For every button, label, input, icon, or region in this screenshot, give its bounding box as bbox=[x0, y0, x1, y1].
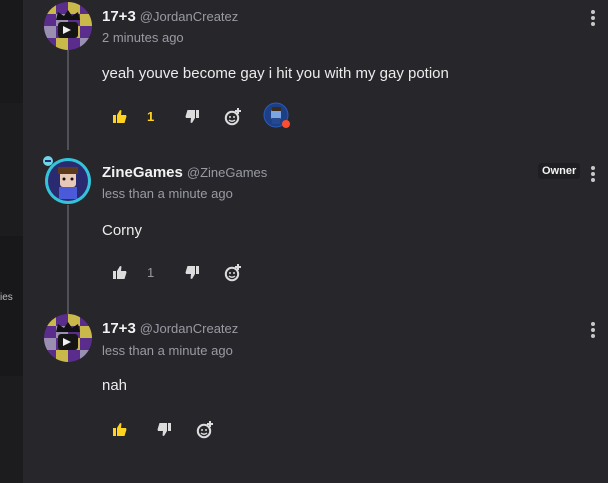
more-vertical-icon bbox=[591, 16, 595, 20]
user-handle[interactable]: @JordanCreatez bbox=[140, 9, 238, 24]
thumbs-down-icon bbox=[185, 266, 199, 279]
dislike-button[interactable] bbox=[157, 423, 173, 437]
comment-text: Corny bbox=[102, 222, 143, 239]
like-button[interactable] bbox=[113, 110, 129, 124]
like-button[interactable] bbox=[113, 266, 129, 280]
thumbs-down-icon bbox=[185, 110, 199, 123]
comment-timestamp: less than a minute ago bbox=[102, 343, 233, 358]
more-options-button[interactable] bbox=[586, 321, 600, 339]
thumbs-up-icon bbox=[113, 423, 127, 436]
online-status-dot bbox=[282, 120, 290, 128]
sidebar-section bbox=[0, 236, 23, 376]
more-vertical-icon bbox=[591, 178, 595, 182]
left-sidebar: ies bbox=[0, 0, 23, 483]
sidebar-partial-label: ies bbox=[0, 292, 13, 303]
user-handle[interactable]: @ZineGames bbox=[187, 165, 267, 180]
comment: ZineGames @ZineGames less than a minute a… bbox=[23, 150, 608, 305]
comment: 17+3 @JordanCreatez less than a minute ag… bbox=[23, 305, 608, 483]
dislike-button[interactable] bbox=[185, 110, 201, 124]
more-vertical-icon bbox=[591, 10, 595, 14]
thumbs-down-icon bbox=[157, 423, 171, 436]
username-text[interactable]: 17+3 bbox=[102, 8, 136, 25]
add-reaction-icon bbox=[224, 264, 241, 282]
comment-username[interactable]: 17+3 @JordanCreatez bbox=[102, 320, 238, 337]
more-vertical-icon bbox=[591, 166, 595, 170]
more-vertical-icon bbox=[591, 22, 595, 26]
avatar[interactable] bbox=[44, 314, 92, 362]
like-count: 1 bbox=[147, 109, 155, 124]
comment-text: nah bbox=[102, 377, 128, 394]
owner-badge: Owner bbox=[538, 163, 581, 179]
add-reaction-button[interactable] bbox=[196, 421, 214, 439]
avatar-decoration-icon bbox=[42, 154, 54, 166]
comment-username[interactable]: ZineGames @ZineGames bbox=[102, 164, 267, 181]
more-options-button[interactable] bbox=[586, 9, 600, 27]
comment-username[interactable]: 17+3 @JordanCreatez bbox=[102, 8, 238, 25]
comment-timestamp: less than a minute ago bbox=[102, 186, 233, 201]
like-count: 1 bbox=[147, 265, 155, 280]
thumbs-up-icon bbox=[113, 110, 127, 123]
reactor-avatar[interactable] bbox=[263, 102, 291, 130]
sidebar-section bbox=[0, 0, 23, 103]
user-handle[interactable]: @JordanCreatez bbox=[140, 321, 238, 336]
more-vertical-icon bbox=[591, 322, 595, 326]
dislike-button[interactable] bbox=[185, 266, 201, 280]
thumbs-up-icon bbox=[113, 266, 127, 279]
more-options-button[interactable] bbox=[586, 165, 600, 183]
comment-text: yeah youve become gay i hit you with my … bbox=[102, 65, 449, 82]
add-reaction-icon bbox=[196, 421, 213, 439]
comment-timestamp: 2 minutes ago bbox=[102, 30, 184, 45]
add-reaction-icon bbox=[224, 108, 241, 126]
username-text[interactable]: 17+3 bbox=[102, 320, 136, 337]
username-text[interactable]: ZineGames bbox=[102, 164, 183, 181]
more-vertical-icon bbox=[591, 334, 595, 338]
more-vertical-icon bbox=[591, 172, 595, 176]
like-button[interactable] bbox=[113, 423, 129, 437]
more-vertical-icon bbox=[591, 328, 595, 332]
add-reaction-button[interactable] bbox=[224, 264, 242, 282]
comment: 17+3 @JordanCreatez 2 minutes ago yeah yo… bbox=[23, 0, 608, 150]
add-reaction-button[interactable] bbox=[224, 108, 242, 126]
avatar[interactable] bbox=[44, 2, 92, 50]
